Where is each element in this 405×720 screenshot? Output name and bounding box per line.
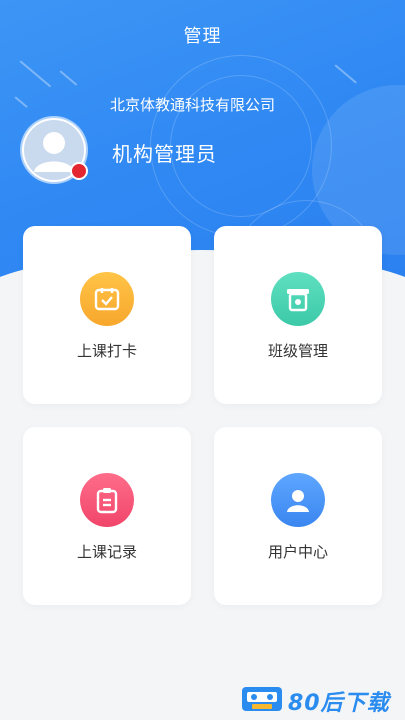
cassette-logo-icon — [242, 687, 282, 711]
page-title: 管理 — [183, 26, 222, 47]
menu-card-user-center[interactable]: 用户中心 — [214, 427, 382, 605]
user-role: 机构管理员 — [112, 142, 217, 166]
watermark-text: 80后下载 — [288, 691, 390, 716]
user-icon — [271, 473, 325, 527]
decorative-line — [14, 96, 28, 109]
avatar-edit-badge-icon[interactable] — [70, 162, 88, 180]
clipboard-icon — [80, 473, 134, 527]
decorative-line — [19, 60, 52, 88]
watermark-logo: 80后下载 — [240, 683, 400, 716]
menu-card-label: 上课记录 — [76, 543, 137, 561]
menu-card-label: 班级管理 — [267, 342, 328, 360]
menu-card-class-management[interactable]: 班级管理 — [214, 226, 382, 404]
menu-card-label: 上课打卡 — [76, 342, 137, 360]
decorative-line — [59, 70, 78, 86]
menu-card-check-in[interactable]: 上课打卡 — [23, 226, 191, 404]
calendar-check-icon — [80, 272, 134, 326]
class-board-icon — [271, 272, 325, 326]
menu-card-label: 用户中心 — [267, 543, 328, 561]
menu-card-class-records[interactable]: 上课记录 — [23, 427, 191, 605]
decorative-line — [334, 64, 358, 84]
company-name: 北京体教通科技有限公司 — [110, 96, 276, 114]
